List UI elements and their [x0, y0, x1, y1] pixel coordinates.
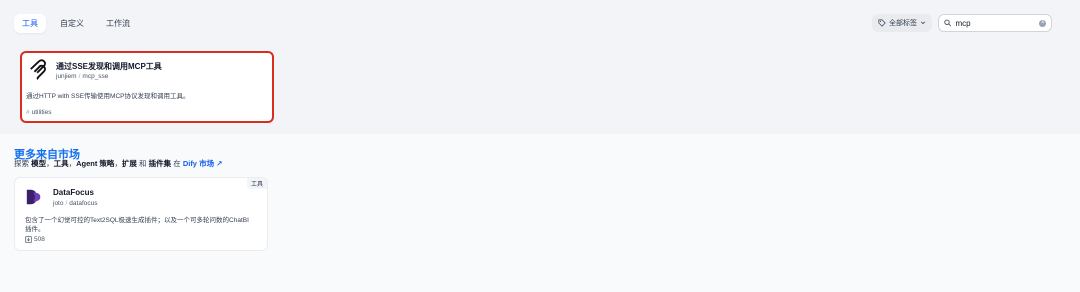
- download-count: 508: [25, 236, 45, 243]
- tag-icon: [878, 19, 886, 27]
- tab-custom[interactable]: 自定义: [52, 14, 92, 33]
- search-box[interactable]: ×: [938, 14, 1052, 32]
- tool-card-description: 通过HTTP with SSE传输使用MCP协议发现和调用工具。: [26, 93, 190, 100]
- search-icon: [944, 19, 952, 27]
- search-input[interactable]: [955, 18, 1036, 28]
- mcp-logo-icon: [30, 59, 46, 80]
- clear-search-icon[interactable]: ×: [1039, 19, 1046, 27]
- market-card-title: DataFocus: [53, 188, 94, 197]
- download-icon: [25, 236, 32, 243]
- dify-marketplace-link[interactable]: Dify 市场 ↗: [183, 159, 223, 168]
- tab-bar: 工具 自定义 工作流: [14, 14, 138, 33]
- marketplace-subtitle: 探索 模型，工具，Agent 策略，扩展 和 插件集 在 Dify 市场 ↗: [14, 159, 223, 168]
- tag-filter-dropdown[interactable]: 全部标签: [872, 14, 932, 32]
- market-card-description: 包含了一个幻觉可控的Text2SQL极速生成插件；以及一个可多轮问数的ChatB…: [25, 217, 249, 233]
- category-badge: 工具: [246, 178, 267, 189]
- tool-card-title: 通过SSE发现和调用MCP工具: [56, 62, 162, 71]
- tool-card-tag: # utilities: [26, 109, 52, 116]
- external-link-icon: ↗: [216, 159, 223, 168]
- chevron-down-icon: [920, 21, 926, 25]
- tool-card-mcp-sse[interactable]: 通过SSE发现和调用MCP工具 junjiem / mcp_sse 通过HTTP w…: [20, 51, 274, 123]
- market-card-datafocus[interactable]: 工具 DataFocus joto / datafocus 包含了一个幻觉可控的Te…: [14, 177, 268, 251]
- tool-card-author: junjiem / mcp_sse: [56, 73, 109, 80]
- datafocus-logo-icon: [26, 189, 41, 205]
- tag-filter-label: 全部标签: [889, 20, 917, 27]
- tab-workflow[interactable]: 工作流: [98, 14, 138, 33]
- market-card-author: joto / datafocus: [53, 200, 98, 207]
- tab-tools[interactable]: 工具: [14, 14, 46, 33]
